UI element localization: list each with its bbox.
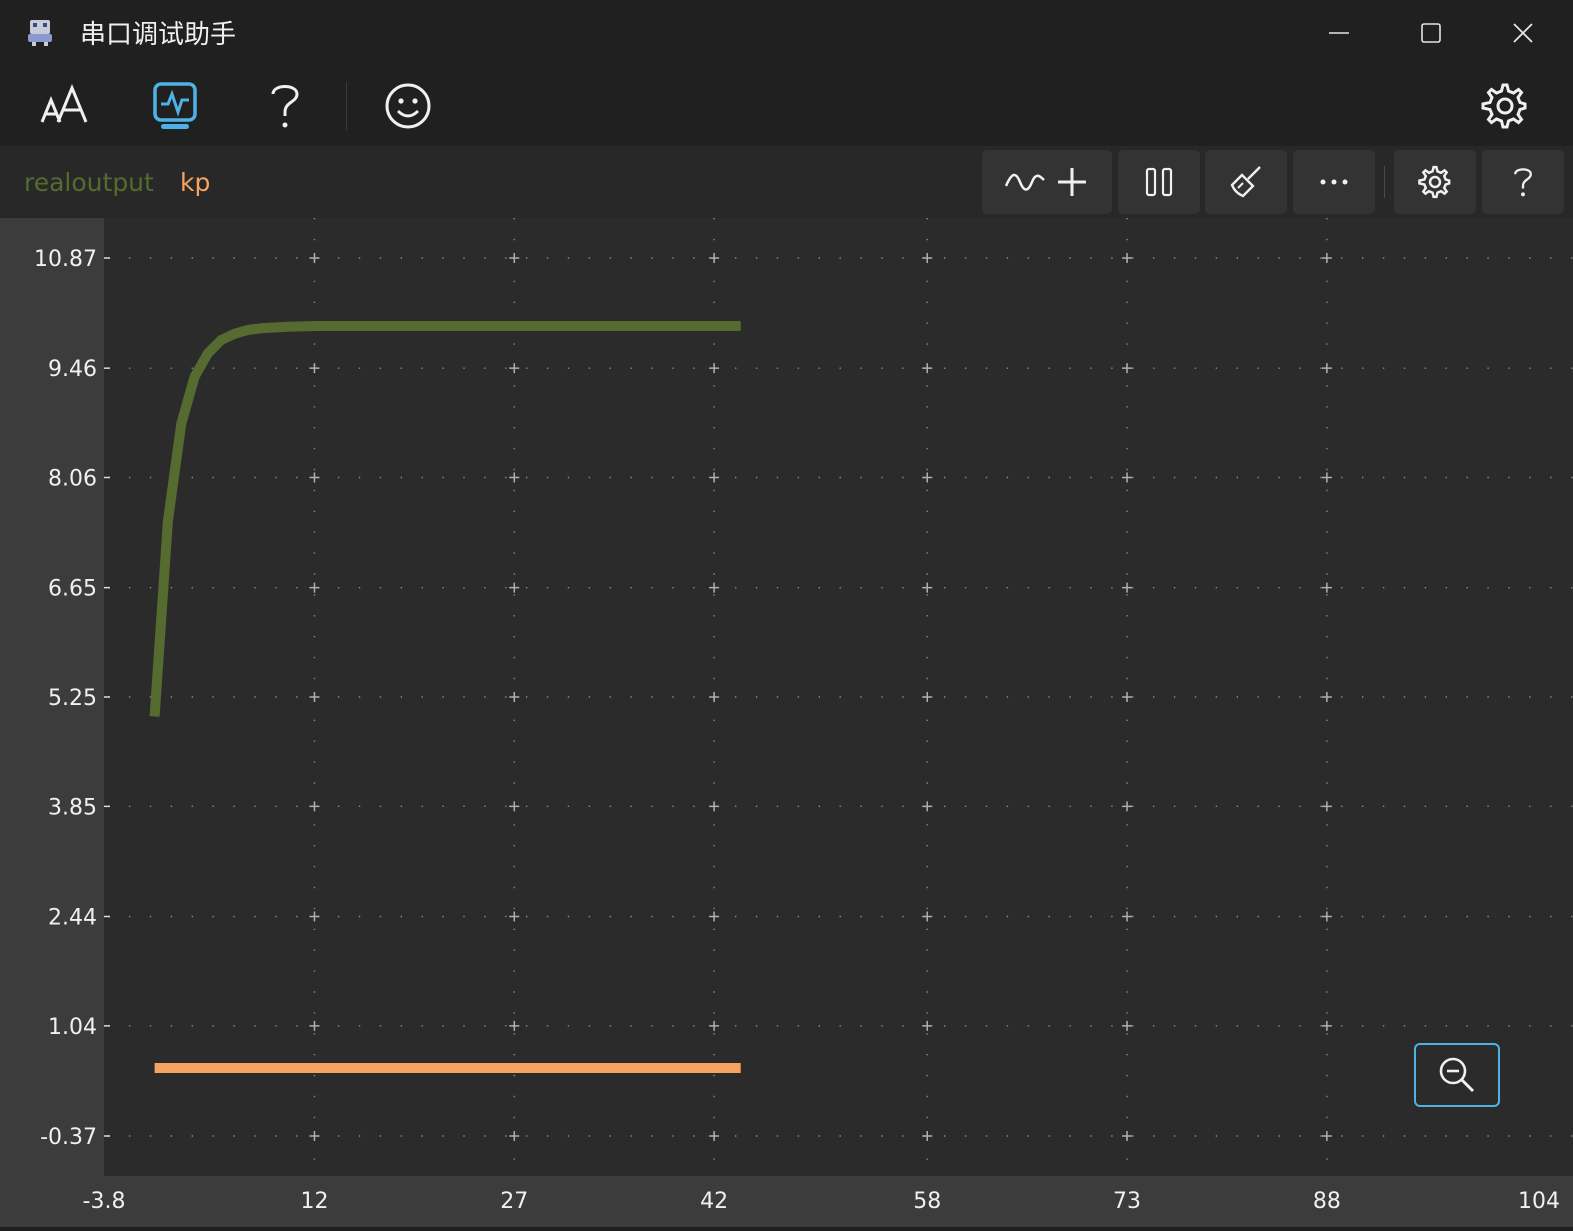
maximize-button[interactable] <box>1408 10 1454 56</box>
help-icon <box>271 85 299 128</box>
y-tick-label: 10.87 <box>34 247 97 272</box>
broom-icon <box>1230 166 1261 198</box>
pause-button[interactable] <box>1118 150 1200 214</box>
plot-settings-button[interactable] <box>1394 150 1476 214</box>
x-tick-label: 88 <box>1313 1189 1341 1214</box>
add-waveform-button[interactable] <box>982 150 1112 214</box>
y-tick-label: -0.37 <box>40 1125 97 1150</box>
plot-background <box>104 218 1573 1176</box>
plot-area[interactable]: 10.87 9.46 8.06 6.65 5.25 3.85 2.44 1.04 -0.37 -… <box>0 218 1573 1227</box>
font-size-button[interactable] <box>32 74 96 138</box>
gear-icon <box>1418 165 1451 199</box>
toolbar-divider <box>346 82 347 130</box>
close-icon <box>1513 23 1533 43</box>
more-button[interactable] <box>1293 150 1375 214</box>
x-tick-label: -3.8 <box>83 1189 126 1214</box>
x-tick-label: 42 <box>700 1189 728 1214</box>
font-size-icon <box>40 84 88 123</box>
add-waveform-icon <box>1004 168 1086 196</box>
legend-realoutput[interactable]: realoutput <box>24 168 154 197</box>
oscilloscope-button[interactable] <box>143 74 207 138</box>
main-toolbar <box>0 66 1573 146</box>
x-tick-label: 104 <box>1518 1189 1560 1214</box>
zoom-out-icon <box>1439 1057 1475 1093</box>
close-button[interactable] <box>1500 10 1546 56</box>
y-tick-label: 8.06 <box>48 467 97 492</box>
oscilloscope-icon <box>153 82 197 129</box>
help-icon <box>1514 168 1532 197</box>
y-tick-label: 2.44 <box>48 906 97 931</box>
pause-icon <box>1145 167 1173 197</box>
oscilloscope-chart[interactable]: 10.87 9.46 8.06 6.65 5.25 3.85 2.44 1.04 -0.37 -… <box>0 218 1573 1227</box>
y-tick-label: 5.25 <box>48 686 97 711</box>
minimize-button[interactable] <box>1316 10 1362 56</box>
help-button[interactable] <box>253 74 317 138</box>
maximize-icon <box>1421 23 1441 43</box>
window-title: 串口调试助手 <box>80 20 237 50</box>
x-tick-label: 27 <box>500 1189 528 1214</box>
settings-button[interactable] <box>1473 74 1537 138</box>
y-tick-label: 9.46 <box>48 357 97 382</box>
title-bar: 串口调试助手 <box>0 0 1573 66</box>
clear-button[interactable] <box>1205 150 1287 214</box>
more-icon <box>1320 179 1348 185</box>
zoom-out-button[interactable] <box>1414 1043 1500 1107</box>
y-tick-label: 1.04 <box>48 1015 97 1040</box>
minimize-icon <box>1329 32 1349 34</box>
y-tick-label: 6.65 <box>48 577 97 602</box>
gear-icon <box>1481 83 1527 129</box>
smiley-button[interactable] <box>376 74 440 138</box>
robot-app-icon <box>28 20 52 46</box>
legend-kp[interactable]: kp <box>180 168 210 197</box>
plot-header: realoutput kp <box>0 146 1573 218</box>
plot-help-button[interactable] <box>1482 150 1564 214</box>
plot-toolbar-divider <box>1384 166 1385 198</box>
x-tick-label: 12 <box>300 1189 328 1214</box>
y-tick-label: 3.85 <box>48 795 97 820</box>
smiley-icon <box>385 83 431 129</box>
x-tick-label: 58 <box>913 1189 941 1214</box>
x-tick-label: 73 <box>1113 1189 1141 1214</box>
